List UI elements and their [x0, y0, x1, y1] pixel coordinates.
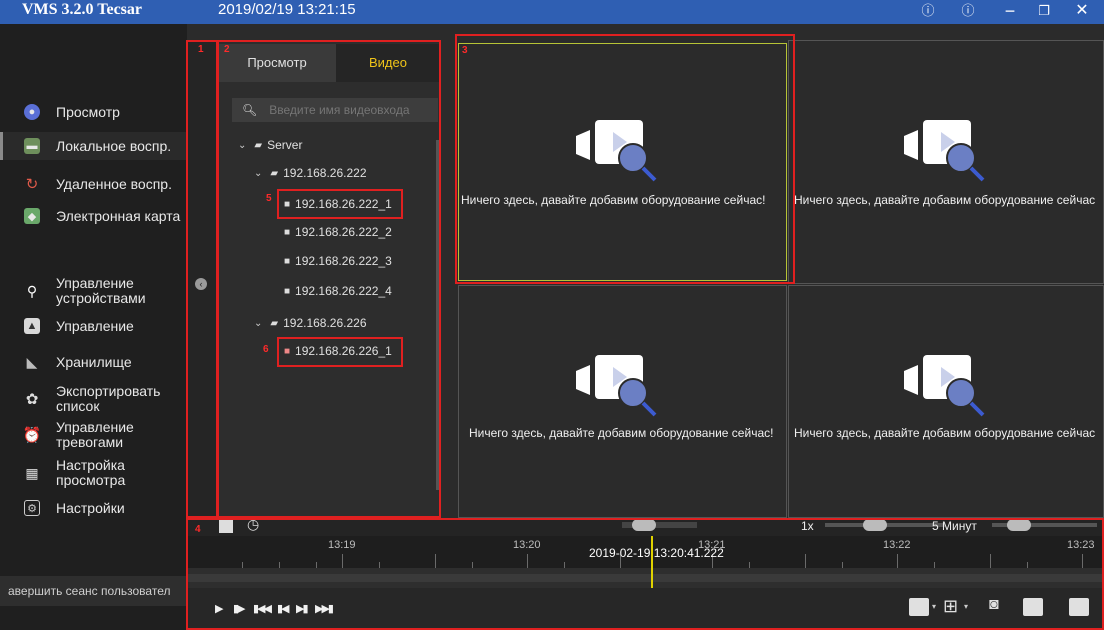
- empty-cell-message: Ничего здесь, давайте добавим оборудован…: [794, 193, 1096, 207]
- maximize-button[interactable]: ❐: [1034, 2, 1054, 20]
- nav-item-storage[interactable]: ◣ Хранилище: [0, 350, 187, 374]
- annotation-box-2: [217, 40, 441, 518]
- add-camera-icon: [576, 355, 657, 417]
- nav-item-label: Управление тревогами: [56, 419, 134, 450]
- nav-item-alarm-management[interactable]: ⏰ Управление тревогами: [0, 418, 187, 452]
- empty-cell-message: Ничего здесь, давайте добавим оборудован…: [794, 426, 1096, 440]
- nav-item-local-playback[interactable]: ▬ Локальное воспр.: [0, 132, 187, 160]
- annotation-box-6: [277, 337, 403, 367]
- alarm-clock-icon: ⏰: [22, 427, 42, 444]
- nav-item-export-list[interactable]: ✿ Экспортировать список: [0, 382, 187, 416]
- annotation-number: 3: [462, 45, 468, 56]
- annotation-box-1: [186, 40, 218, 518]
- nav-item-label: Управление: [56, 317, 134, 334]
- nav-item-preview[interactable]: ● Просмотр: [0, 100, 187, 124]
- annotation-number: 5: [266, 193, 272, 204]
- export-list-icon: ✿: [25, 391, 39, 408]
- annotation-box-3: [455, 34, 795, 284]
- add-camera-icon: [904, 120, 985, 182]
- video-cell[interactable]: Ничего здесь, давайте добавим оборудован…: [458, 285, 787, 518]
- nav-item-settings[interactable]: ⚙ Настройки: [0, 496, 187, 520]
- nav-item-remote-playback[interactable]: ↻ Удаленное воспр.: [0, 172, 187, 196]
- annotation-number: 2: [224, 44, 230, 55]
- nav-item-label: Электронная карта: [56, 207, 181, 224]
- nav-item-label: Хранилище: [56, 353, 132, 370]
- local-playback-icon: ▬: [24, 138, 40, 154]
- close-button[interactable]: ✕: [1072, 2, 1092, 20]
- annotation-number: 4: [195, 524, 201, 535]
- nav-item-device-management[interactable]: ⚲ Управление устройствами: [0, 274, 187, 308]
- remote-playback-icon: ↻: [25, 176, 39, 193]
- video-cell[interactable]: Ничего здесь, давайте добавим оборудован…: [788, 40, 1104, 284]
- device-management-icon: ⚲: [26, 282, 38, 299]
- storage-icon: ◣: [26, 353, 38, 370]
- current-datetime: 2019/02/19 13:21:15: [218, 1, 356, 18]
- app-title: VMS 3.2.0 Tecsar: [22, 1, 142, 18]
- left-navigation: ● Просмотр ▬ Локальное воспр. ↻ Удаленно…: [0, 24, 187, 630]
- settings-icon: ⚙: [24, 500, 40, 516]
- annotation-number: 1: [198, 44, 204, 55]
- logout-button[interactable]: авершить сеанс пользовател: [0, 576, 187, 606]
- help-icon[interactable]: ⓘ: [958, 2, 978, 20]
- title-bar: VMS 3.2.0 Tecsar 2019/02/19 13:21:15 ⓘ ⓘ…: [0, 0, 1104, 24]
- nav-item-label: Настройки: [56, 499, 125, 516]
- annotation-box-4: [186, 518, 1104, 630]
- minimize-button[interactable]: −: [1000, 2, 1020, 20]
- nav-item-label: Настройка просмотра: [56, 457, 126, 488]
- nav-item-label: Экспортировать список: [56, 383, 161, 414]
- nav-item-label: Локальное воспр.: [56, 137, 172, 154]
- empty-cell-message: Ничего здесь, давайте добавим оборудован…: [469, 426, 774, 440]
- view-settings-grid-icon: ▦: [25, 464, 39, 481]
- annotation-number: 6: [263, 344, 269, 355]
- nav-item-label: Просмотр: [56, 103, 120, 120]
- add-camera-icon: [904, 355, 985, 417]
- nav-item-label: Управление устройствами: [56, 275, 146, 306]
- map-icon: ◆: [24, 208, 40, 224]
- info-icon[interactable]: ⓘ: [918, 2, 938, 20]
- nav-item-emap[interactable]: ◆ Электронная карта: [0, 204, 187, 228]
- video-cell[interactable]: Ничего здесь, давайте добавим оборудован…: [788, 285, 1104, 518]
- user-management-icon: ▲: [24, 318, 40, 334]
- nav-item-view-settings[interactable]: ▦ Настройка просмотра: [0, 456, 187, 490]
- nav-item-management[interactable]: ▲ Управление: [0, 314, 187, 338]
- nav-item-label: Удаленное воспр.: [56, 175, 172, 192]
- annotation-box-5: [277, 189, 403, 219]
- camera-lens-icon: ●: [24, 104, 40, 120]
